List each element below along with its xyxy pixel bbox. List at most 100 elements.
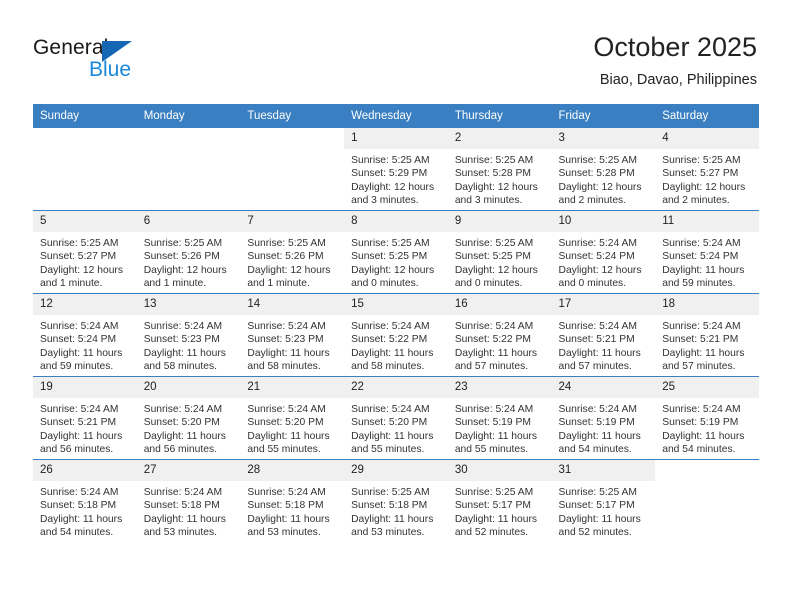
calendar-day-cell[interactable]: 24 Sunrise: 5:24 AM Sunset: 5:19 PM Dayligh…: [551, 376, 656, 460]
sunrise-text: Sunrise: 5:24 AM: [143, 404, 223, 415]
sunrise-text: Sunrise: 5:24 AM: [558, 404, 637, 415]
daylight-text-line2: and 1 minute.: [40, 278, 103, 290]
calendar-day-cell[interactable]: 11 Sunrise: 5:24 AM Sunset: 5:24 PM Dayligh…: [655, 210, 759, 294]
sunset-text: Sunset: 5:18 PM: [143, 500, 220, 512]
day-number: 30: [447, 460, 552, 481]
calendar-day-cell[interactable]: 3 Sunrise: 5:25 AM Sunset: 5:28 PM Daylight…: [551, 128, 656, 211]
sunset-text: Sunset: 5:28 PM: [454, 168, 531, 180]
sunrise-text: Sunrise: 5:24 AM: [40, 404, 119, 415]
sunrise-text: Sunrise: 5:24 AM: [143, 321, 223, 332]
calendar-day-cell-empty: [136, 128, 241, 211]
calendar-day-cell[interactable]: 25 Sunrise: 5:24 AM Sunset: 5:19 PM Dayligh…: [655, 376, 759, 460]
sunset-text: Sunset: 5:22 PM: [454, 334, 531, 346]
day-sun-info: Sunrise: 5:25 AM Sunset: 5:27 PM Daylight:…: [33, 232, 137, 291]
weekday-header-thursday: Thursday: [447, 104, 552, 128]
day-number: 11: [655, 211, 759, 232]
day-number: 22: [344, 377, 448, 398]
calendar-day-cell[interactable]: 29 Sunrise: 5:25 AM Sunset: 5:18 PM Dayligh…: [344, 459, 448, 542]
calendar-day-cell[interactable]: 16 Sunrise: 5:24 AM Sunset: 5:22 PM Dayligh…: [447, 293, 552, 377]
daylight-text-line1: Daylight: 11 hours: [662, 264, 745, 276]
day-sun-info: Sunrise: 5:25 AM Sunset: 5:28 PM Daylight:…: [448, 149, 552, 208]
sunrise-text: Sunrise: 5:24 AM: [40, 487, 119, 498]
day-sun-info: Sunrise: 5:24 AM Sunset: 5:24 PM Daylight:…: [33, 315, 137, 374]
sunset-text: Sunset: 5:25 PM: [454, 251, 531, 263]
sunset-text: Sunset: 5:23 PM: [247, 334, 324, 346]
calendar-day-cell[interactable]: 27 Sunrise: 5:24 AM Sunset: 5:18 PM Dayligh…: [136, 459, 241, 542]
day-number: [240, 128, 344, 149]
generalblue-logo[interactable]: General Blue: [33, 36, 163, 86]
daylight-text-line1: Daylight: 12 hours: [558, 181, 642, 193]
sunrise-text: Sunrise: 5:24 AM: [558, 321, 637, 332]
day-number: 2: [447, 128, 552, 149]
sunrise-text: Sunrise: 5:24 AM: [454, 321, 534, 332]
calendar-day-cell[interactable]: 13 Sunrise: 5:24 AM Sunset: 5:23 PM Dayligh…: [136, 293, 241, 377]
calendar-day-cell[interactable]: 19 Sunrise: 5:24 AM Sunset: 5:21 PM Dayligh…: [33, 376, 137, 460]
calendar-day-cell[interactable]: 18 Sunrise: 5:24 AM Sunset: 5:21 PM Dayligh…: [655, 293, 759, 377]
day-number: 27: [136, 460, 241, 481]
sunset-text: Sunset: 5:17 PM: [454, 500, 531, 512]
calendar-day-cell[interactable]: 8 Sunrise: 5:25 AM Sunset: 5:25 PM Daylight…: [344, 210, 448, 294]
calendar-day-cell[interactable]: 6 Sunrise: 5:25 AM Sunset: 5:26 PM Daylight…: [136, 210, 241, 294]
calendar-day-cell[interactable]: 4 Sunrise: 5:25 AM Sunset: 5:27 PM Daylight…: [655, 128, 759, 211]
calendar-day-cell[interactable]: 5 Sunrise: 5:25 AM Sunset: 5:27 PM Daylight…: [33, 210, 137, 294]
sunrise-text: Sunrise: 5:24 AM: [351, 404, 430, 415]
sunset-text: Sunset: 5:20 PM: [351, 417, 428, 429]
sunrise-text: Sunrise: 5:24 AM: [558, 238, 637, 249]
daylight-text-line2: and 58 minutes.: [143, 361, 217, 373]
calendar-week-row: 1 Sunrise: 5:25 AM Sunset: 5:29 PM Daylight…: [33, 128, 759, 211]
day-sun-info: Sunrise: 5:24 AM Sunset: 5:22 PM Daylight:…: [448, 315, 552, 374]
sunset-text: Sunset: 5:29 PM: [351, 168, 428, 180]
daylight-text-line1: Daylight: 12 hours: [351, 264, 435, 276]
page-subtitle: Biao, Davao, Philippines: [599, 72, 757, 88]
weekday-header-tuesday: Tuesday: [240, 104, 345, 128]
calendar-day-cell[interactable]: 9 Sunrise: 5:25 AM Sunset: 5:25 PM Daylight…: [447, 210, 552, 294]
day-sun-info: Sunrise: 5:25 AM Sunset: 5:17 PM Daylight:…: [448, 481, 552, 540]
sunset-text: Sunset: 5:21 PM: [662, 334, 739, 346]
calendar-day-cell[interactable]: 28 Sunrise: 5:24 AM Sunset: 5:18 PM Dayligh…: [240, 459, 345, 542]
sunrise-text: Sunrise: 5:24 AM: [662, 321, 741, 332]
calendar-day-cell[interactable]: 12 Sunrise: 5:24 AM Sunset: 5:24 PM Dayligh…: [33, 293, 137, 377]
day-sun-info: Sunrise: 5:25 AM Sunset: 5:28 PM Daylight:…: [552, 149, 656, 208]
daylight-text-line2: and 54 minutes.: [40, 527, 114, 539]
day-number: 18: [655, 294, 759, 315]
weekday-header-sunday: Sunday: [33, 104, 137, 128]
day-number: 17: [551, 294, 656, 315]
sunset-text: Sunset: 5:24 PM: [40, 334, 117, 346]
sunrise-text: Sunrise: 5:25 AM: [558, 155, 637, 166]
calendar-day-cell[interactable]: 20 Sunrise: 5:24 AM Sunset: 5:20 PM Dayligh…: [136, 376, 241, 460]
day-number: 21: [240, 377, 345, 398]
daylight-text-line1: Daylight: 11 hours: [662, 347, 745, 359]
day-number: 23: [447, 377, 552, 398]
sunrise-text: Sunrise: 5:24 AM: [662, 404, 741, 415]
daylight-text-line1: Daylight: 12 hours: [662, 181, 746, 193]
daylight-text-line2: and 3 minutes.: [351, 195, 419, 207]
calendar-day-cell[interactable]: 30 Sunrise: 5:25 AM Sunset: 5:17 PM Dayligh…: [447, 459, 552, 542]
sunrise-text: Sunrise: 5:24 AM: [247, 321, 326, 332]
daylight-text-line1: Daylight: 11 hours: [662, 430, 745, 442]
day-number: 13: [136, 294, 241, 315]
daylight-text-line1: Daylight: 11 hours: [40, 513, 123, 525]
day-sun-info: Sunrise: 5:24 AM Sunset: 5:20 PM Daylight:…: [344, 398, 448, 457]
calendar-day-cell[interactable]: 21 Sunrise: 5:24 AM Sunset: 5:20 PM Dayligh…: [240, 376, 345, 460]
calendar-day-cell[interactable]: 7 Sunrise: 5:25 AM Sunset: 5:26 PM Daylight…: [240, 210, 345, 294]
sunrise-text: Sunrise: 5:25 AM: [454, 238, 534, 249]
daylight-text-line1: Daylight: 12 hours: [351, 181, 435, 193]
calendar-day-cell[interactable]: 15 Sunrise: 5:24 AM Sunset: 5:22 PM Dayligh…: [344, 293, 448, 377]
daylight-text-line1: Daylight: 11 hours: [558, 430, 641, 442]
calendar-day-cell[interactable]: 26 Sunrise: 5:24 AM Sunset: 5:18 PM Dayligh…: [33, 459, 137, 542]
calendar-day-cell[interactable]: 31 Sunrise: 5:25 AM Sunset: 5:17 PM Dayligh…: [551, 459, 656, 542]
calendar-day-cell[interactable]: 23 Sunrise: 5:24 AM Sunset: 5:19 PM Dayligh…: [447, 376, 552, 460]
daylight-text-line2: and 58 minutes.: [247, 361, 321, 373]
day-number: 20: [136, 377, 241, 398]
calendar-day-cell[interactable]: 1 Sunrise: 5:25 AM Sunset: 5:29 PM Daylight…: [344, 128, 448, 211]
calendar-day-cell[interactable]: 22 Sunrise: 5:24 AM Sunset: 5:20 PM Dayligh…: [344, 376, 448, 460]
daylight-text-line1: Daylight: 11 hours: [40, 347, 123, 359]
calendar-day-cell[interactable]: 2 Sunrise: 5:25 AM Sunset: 5:28 PM Daylight…: [447, 128, 552, 211]
daylight-text-line2: and 3 minutes.: [454, 195, 523, 207]
day-number: 24: [551, 377, 656, 398]
daylight-text-line2: and 0 minutes.: [454, 278, 523, 290]
calendar-day-cell[interactable]: 14 Sunrise: 5:24 AM Sunset: 5:23 PM Dayligh…: [240, 293, 345, 377]
daylight-text-line2: and 56 minutes.: [143, 444, 217, 456]
calendar-day-cell[interactable]: 17 Sunrise: 5:24 AM Sunset: 5:21 PM Dayligh…: [551, 293, 656, 377]
calendar-day-cell[interactable]: 10 Sunrise: 5:24 AM Sunset: 5:24 PM Dayligh…: [551, 210, 656, 294]
